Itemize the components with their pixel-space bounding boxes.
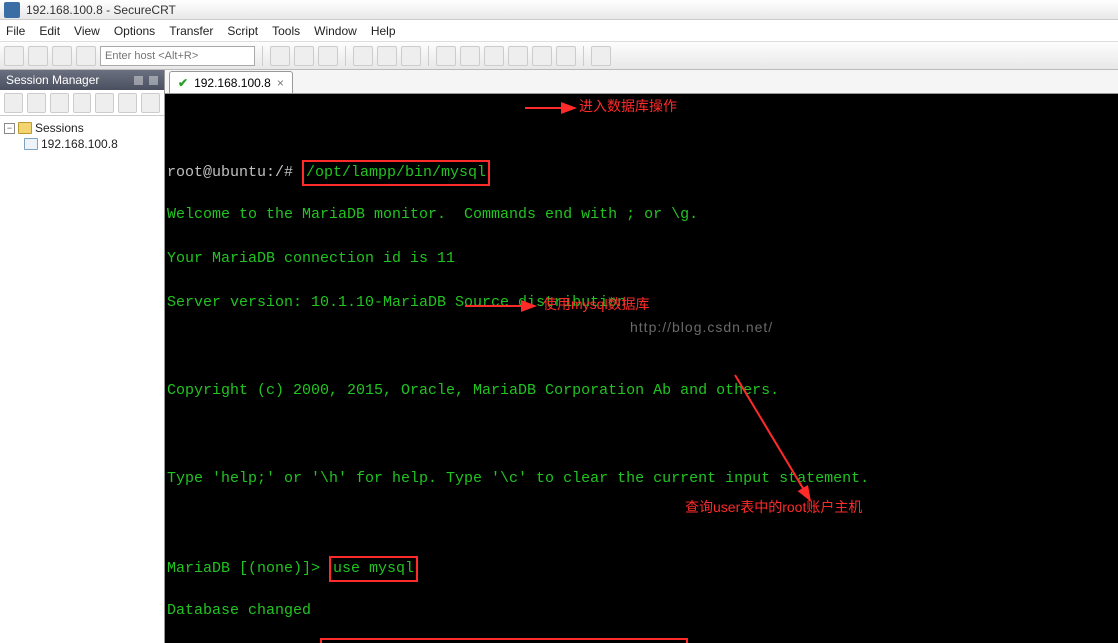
sm-toolbar-btn[interactable] (118, 93, 137, 113)
toolbar-btn[interactable] (532, 46, 552, 66)
tree-root[interactable]: − Sessions (2, 120, 162, 136)
toolbar-btn[interactable] (52, 46, 72, 66)
session-icon (24, 138, 38, 150)
terminal[interactable]: root@ubuntu:/# /opt/lampp/bin/mysql Welc… (165, 94, 1118, 643)
tree-root-label: Sessions (35, 121, 84, 135)
terminal-line (165, 424, 1118, 446)
annotation-text-1: 进入数据库操作 (579, 95, 677, 117)
toolbar (0, 42, 1118, 70)
menu-options[interactable]: Options (114, 24, 155, 38)
menu-transfer[interactable]: Transfer (169, 24, 213, 38)
highlight-box-1: /opt/lampp/bin/mysql (302, 160, 490, 186)
session-manager-title-bar: Session Manager (0, 70, 164, 90)
tab-label: 192.168.100.8 (194, 76, 271, 90)
annotation-text-2: 使用mysql数据库 (543, 293, 650, 315)
highlight-box-2: use mysql (329, 556, 418, 582)
toolbar-btn[interactable] (556, 46, 576, 66)
tree-session-item[interactable]: 192.168.100.8 (2, 136, 162, 152)
toolbar-btn[interactable] (377, 46, 397, 66)
close-icon[interactable] (149, 76, 158, 85)
annotation-text-3: 查询user表中的root账户主机 (685, 496, 862, 518)
toolbar-btn[interactable] (436, 46, 456, 66)
menu-tools[interactable]: Tools (272, 24, 300, 38)
sm-toolbar-btn[interactable] (27, 93, 46, 113)
menu-edit[interactable]: Edit (39, 24, 60, 38)
session-manager-title: Session Manager (6, 73, 99, 87)
sm-toolbar-btn[interactable] (4, 93, 23, 113)
terminal-tab[interactable]: ✔ 192.168.100.8 × (169, 71, 293, 93)
terminal-line (165, 512, 1118, 534)
terminal-line: Welcome to the MariaDB monitor. Commands… (165, 204, 1118, 226)
terminal-line: Your MariaDB connection id is 11 (165, 248, 1118, 270)
toolbar-btn[interactable] (401, 46, 421, 66)
window-title: 192.168.100.8 - SecureCRT (26, 3, 176, 17)
toolbar-btn[interactable] (484, 46, 504, 66)
annotation-arrow (525, 98, 585, 118)
session-tree: − Sessions 192.168.100.8 (0, 116, 164, 643)
terminal-line: Database changed (165, 600, 1118, 622)
toolbar-btn[interactable] (591, 46, 611, 66)
host-input[interactable] (100, 46, 255, 66)
session-manager-panel: Session Manager − Sessions 192.168.1 (0, 70, 165, 643)
toolbar-btn[interactable] (76, 46, 96, 66)
toolbar-separator (428, 46, 429, 66)
sm-toolbar-btn[interactable] (141, 93, 160, 113)
toolbar-btn[interactable] (28, 46, 48, 66)
toolbar-separator (262, 46, 263, 66)
app-icon (4, 2, 20, 18)
folder-icon (18, 122, 32, 134)
expand-icon[interactable]: − (4, 123, 15, 134)
watermark: http://blog.csdn.net/ (630, 316, 773, 338)
toolbar-btn[interactable] (318, 46, 338, 66)
sm-toolbar-btn[interactable] (50, 93, 69, 113)
toolbar-btn[interactable] (4, 46, 24, 66)
pin-icon[interactable] (134, 76, 143, 85)
tree-session-label: 192.168.100.8 (41, 137, 118, 151)
tab-strip: ✔ 192.168.100.8 × (165, 70, 1118, 94)
terminal-content: root@ubuntu:/# /opt/lampp/bin/mysql Welc… (165, 138, 1118, 643)
menu-script[interactable]: Script (227, 24, 258, 38)
mariadb-prompt: MariaDB [(none)]> (167, 560, 329, 577)
toolbar-btn[interactable] (270, 46, 290, 66)
session-manager-toolbar (0, 90, 164, 116)
terminal-line (165, 336, 1118, 358)
sm-toolbar-btn[interactable] (95, 93, 114, 113)
terminal-line: Copyright (c) 2000, 2015, Oracle, MariaD… (165, 380, 1118, 402)
toolbar-btn[interactable] (294, 46, 314, 66)
menu-window[interactable]: Window (314, 24, 357, 38)
toolbar-btn[interactable] (508, 46, 528, 66)
toolbar-separator (583, 46, 584, 66)
menu-bar: File Edit View Options Transfer Script T… (0, 20, 1118, 42)
shell-prompt: root@ubuntu:/# (167, 164, 302, 181)
menu-file[interactable]: File (6, 24, 25, 38)
title-bar: 192.168.100.8 - SecureCRT (0, 0, 1118, 20)
toolbar-btn[interactable] (460, 46, 480, 66)
connected-check-icon: ✔ (178, 76, 188, 90)
menu-help[interactable]: Help (371, 24, 396, 38)
sm-toolbar-btn[interactable] (73, 93, 92, 113)
toolbar-btn[interactable] (353, 46, 373, 66)
highlight-box-3: SELECT host FROM user WHERE user='root'; (320, 638, 688, 643)
terminal-line: Type 'help;' or '\h' for help. Type '\c'… (165, 468, 1118, 490)
menu-view[interactable]: View (74, 24, 100, 38)
terminal-area: ✔ 192.168.100.8 × root@ubuntu:/# /opt/la… (165, 70, 1118, 643)
tab-close-icon[interactable]: × (277, 76, 284, 90)
main-area: Session Manager − Sessions 192.168.1 (0, 70, 1118, 643)
toolbar-separator (345, 46, 346, 66)
